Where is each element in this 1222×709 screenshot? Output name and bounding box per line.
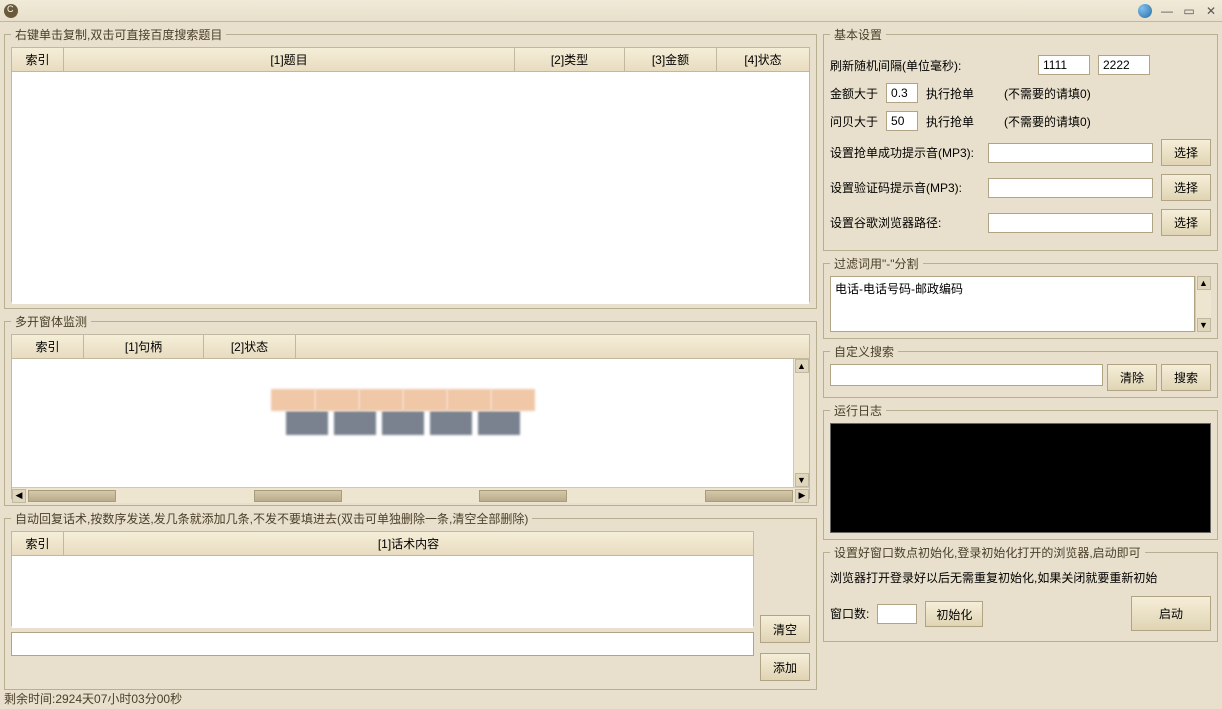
questions-header: 索引 [1]题目 [2]类型 [3]金额 [4]状态 [12,48,809,72]
replies-legend: 自动回复话术,按数序发送,发几条就添加几条,不发不要填进去(双击可单独删除一条,… [11,510,532,527]
reply-input[interactable] [11,632,754,656]
init-note: 浏览器打开登录好以后无需重复初始化,如果关闭就要重新初始 [830,569,1157,586]
minimize-button[interactable]: — [1160,4,1174,18]
replies-table[interactable]: 索引 [1]话术内容 [11,531,754,626]
windows-header: 索引 [1]句柄 [2]状态 [12,335,809,359]
windows-body[interactable] [12,359,793,487]
search-input[interactable] [830,364,1103,386]
questions-body[interactable] [12,72,809,304]
chrome-path-label: 设置谷歌浏览器路径: [830,214,980,231]
log-legend: 运行日志 [830,402,886,419]
amount-gt-note: (不需要的请填0) [1004,85,1091,102]
filter-legend: 过滤词用"-"分割 [830,255,923,272]
search-group: 自定义搜索 清除 搜索 [823,343,1218,398]
refresh-min-input[interactable] [1038,55,1090,75]
app-icon [4,4,18,18]
scroll-left-icon[interactable]: ◀ [12,489,26,503]
search-button[interactable]: 搜索 [1161,364,1211,391]
refresh-label: 刷新随机间隔(单位毫秒): [830,57,1030,74]
replies-body[interactable] [12,556,753,628]
shell-gt-input[interactable] [886,111,918,131]
add-button[interactable]: 添加 [760,653,810,681]
col-topic[interactable]: [1]题目 [64,48,515,71]
col-type[interactable]: [2]类型 [515,48,625,71]
col-index[interactable]: 索引 [12,335,84,358]
window-controls: — ▭ ✕ [1138,4,1218,18]
col-blank [296,335,809,358]
refresh-max-input[interactable] [1098,55,1150,75]
sphere-icon [1138,4,1152,18]
shell-gt-suffix: 执行抢单 [926,113,974,130]
col-amount[interactable]: [3]金额 [625,48,717,71]
col-status[interactable]: [2]状态 [204,335,296,358]
basic-settings-legend: 基本设置 [830,26,886,43]
questions-legend: 右键单击复制,双击可直接百度搜索题目 [11,26,226,43]
amount-gt-suffix: 执行抢单 [926,85,974,102]
init-button[interactable]: 初始化 [925,601,983,627]
scroll-down-icon[interactable]: ▼ [1197,318,1211,332]
replies-group: 自动回复话术,按数序发送,发几条就添加几条,不发不要填进去(双击可单独删除一条,… [4,510,817,690]
windows-scroll-h[interactable]: ◀ ▶ [12,487,809,503]
scroll-down-icon[interactable]: ▼ [795,473,809,487]
questions-table[interactable]: 索引 [1]题目 [2]类型 [3]金额 [4]状态 [11,47,810,302]
choose-mp3-success-button[interactable]: 选择 [1161,139,1211,166]
window-count-label: 窗口数: [830,605,869,622]
col-index[interactable]: 索引 [12,48,64,71]
questions-group: 右键单击复制,双击可直接百度搜索题目 索引 [1]题目 [2]类型 [3]金额 … [4,26,817,309]
shell-gt-note: (不需要的请填0) [1004,113,1091,130]
filter-content: 电话-电话号码-邮政编码 [835,282,963,296]
windows-group: 多开窗体监测 索引 [1]句柄 [2]状态 ▲ ▼ [4,313,817,506]
chrome-path-input[interactable] [988,213,1153,233]
filter-group: 过滤词用"-"分割 电话-电话号码-邮政编码 ▲ ▼ [823,255,1218,339]
filter-scroll-v[interactable]: ▲ ▼ [1195,276,1211,332]
mp3-success-input[interactable] [988,143,1153,163]
scroll-right-icon[interactable]: ▶ [795,489,809,503]
shell-gt-label: 问贝大于 [830,113,878,130]
amount-gt-input[interactable] [886,83,918,103]
clear-button[interactable]: 清空 [760,615,810,643]
windows-table[interactable]: 索引 [1]句柄 [2]状态 ▲ ▼ ◀ [11,334,810,499]
col-content[interactable]: [1]话术内容 [64,532,753,555]
col-handle[interactable]: [1]句柄 [84,335,204,358]
start-button[interactable]: 启动 [1131,596,1211,631]
scroll-up-icon[interactable]: ▲ [795,359,809,373]
close-button[interactable]: ✕ [1204,4,1218,18]
status-bar: 剩余时间:2924天07小时03分00秒 [4,690,182,707]
replies-header: 索引 [1]话术内容 [12,532,753,556]
windows-legend: 多开窗体监测 [11,313,91,330]
window-count-input[interactable] [877,604,917,624]
choose-mp3-captcha-button[interactable]: 选择 [1161,174,1211,201]
mp3-captcha-label: 设置验证码提示音(MP3): [830,179,980,196]
choose-chrome-button[interactable]: 选择 [1161,209,1211,236]
windows-scroll-v[interactable]: ▲ ▼ [793,359,809,487]
titlebar: — ▭ ✕ [0,0,1222,22]
col-index[interactable]: 索引 [12,532,64,555]
init-legend: 设置好窗口数点初始化,登录初始化打开的浏览器,启动即可 [830,544,1145,561]
amount-gt-label: 金额大于 [830,85,878,102]
mp3-success-label: 设置抢单成功提示音(MP3): [830,144,980,161]
log-output[interactable] [830,423,1211,533]
basic-settings-group: 基本设置 刷新随机间隔(单位毫秒): 金额大于 执行抢单 (不需要的请填0) 问… [823,26,1218,251]
filter-textarea[interactable]: 电话-电话号码-邮政编码 [830,276,1195,332]
log-group: 运行日志 [823,402,1218,540]
init-group: 设置好窗口数点初始化,登录初始化打开的浏览器,启动即可 浏览器打开登录好以后无需… [823,544,1218,642]
maximize-button[interactable]: ▭ [1182,4,1196,18]
col-status[interactable]: [4]状态 [717,48,809,71]
mp3-captcha-input[interactable] [988,178,1153,198]
clear-search-button[interactable]: 清除 [1107,364,1157,391]
scroll-up-icon[interactable]: ▲ [1197,276,1211,290]
search-legend: 自定义搜索 [830,343,898,360]
